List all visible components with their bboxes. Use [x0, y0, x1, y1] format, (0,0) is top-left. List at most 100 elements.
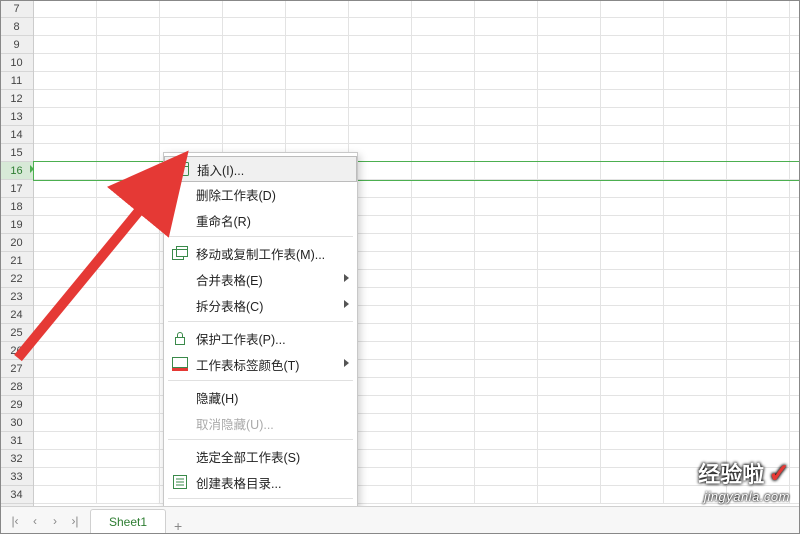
cell[interactable] [538, 144, 601, 162]
sheet-tab-1[interactable]: Sheet1 [90, 509, 166, 534]
cell[interactable] [727, 162, 790, 180]
cell[interactable] [664, 234, 727, 252]
cell[interactable] [538, 324, 601, 342]
cell-grid[interactable] [34, 0, 800, 506]
cell[interactable] [664, 180, 727, 198]
cell[interactable] [349, 432, 412, 450]
row-header[interactable]: 12 [0, 90, 33, 108]
cell[interactable] [412, 162, 475, 180]
cell[interactable] [223, 0, 286, 18]
cell[interactable] [349, 216, 412, 234]
cell[interactable] [160, 108, 223, 126]
cell[interactable] [97, 198, 160, 216]
cell[interactable] [727, 54, 790, 72]
row-header[interactable]: 13 [0, 108, 33, 126]
cell[interactable] [34, 450, 97, 468]
tab-next-button[interactable]: › [46, 512, 64, 530]
cell[interactable] [349, 198, 412, 216]
cell[interactable] [97, 360, 160, 378]
cell[interactable] [223, 90, 286, 108]
cell[interactable] [97, 234, 160, 252]
cell[interactable] [97, 378, 160, 396]
cell[interactable] [727, 144, 790, 162]
row-header[interactable]: 33 [0, 468, 33, 486]
cell[interactable] [475, 378, 538, 396]
cell[interactable] [97, 252, 160, 270]
cell[interactable] [223, 126, 286, 144]
cell[interactable] [475, 18, 538, 36]
cell[interactable] [34, 0, 97, 18]
cell[interactable] [664, 36, 727, 54]
menu-move-copy[interactable]: 移动或复制工作表(M)... [164, 240, 357, 266]
cell[interactable] [349, 324, 412, 342]
cell[interactable] [727, 342, 790, 360]
cell[interactable] [412, 18, 475, 36]
cell[interactable] [664, 198, 727, 216]
cell[interactable] [475, 486, 538, 504]
row-header[interactable]: 32 [0, 450, 33, 468]
row-header[interactable]: 9 [0, 36, 33, 54]
cell[interactable] [97, 306, 160, 324]
row-header[interactable]: 25 [0, 324, 33, 342]
row-header[interactable]: 24 [0, 306, 33, 324]
row-header[interactable]: 10 [0, 54, 33, 72]
cell[interactable] [475, 432, 538, 450]
cell[interactable] [601, 306, 664, 324]
menu-select-all[interactable]: 选定全部工作表(S) [164, 443, 357, 469]
cell[interactable] [412, 270, 475, 288]
cell[interactable] [727, 216, 790, 234]
cell[interactable] [349, 486, 412, 504]
cell[interactable] [34, 324, 97, 342]
cell[interactable] [601, 486, 664, 504]
cell[interactable] [412, 324, 475, 342]
cell[interactable] [412, 360, 475, 378]
cell[interactable] [97, 126, 160, 144]
cell[interactable] [412, 0, 475, 18]
cell[interactable] [475, 342, 538, 360]
row-header[interactable]: 8 [0, 18, 33, 36]
cell[interactable] [538, 306, 601, 324]
cell[interactable] [664, 144, 727, 162]
cell[interactable] [727, 414, 790, 432]
cell[interactable] [34, 180, 97, 198]
cell[interactable] [664, 342, 727, 360]
cell[interactable] [475, 360, 538, 378]
cell[interactable] [34, 270, 97, 288]
row-header[interactable]: 18 [0, 198, 33, 216]
cell[interactable] [538, 342, 601, 360]
cell[interactable] [97, 108, 160, 126]
row-header[interactable]: 31 [0, 432, 33, 450]
cell[interactable] [286, 108, 349, 126]
cell[interactable] [34, 486, 97, 504]
cell[interactable] [475, 162, 538, 180]
cell[interactable] [475, 252, 538, 270]
cell[interactable] [34, 108, 97, 126]
cell[interactable] [349, 450, 412, 468]
cell[interactable] [727, 234, 790, 252]
cell[interactable] [34, 378, 97, 396]
cell[interactable] [475, 270, 538, 288]
row-header[interactable]: 14 [0, 126, 33, 144]
cell[interactable] [664, 162, 727, 180]
cell[interactable] [97, 18, 160, 36]
row-header[interactable]: 11 [0, 72, 33, 90]
cell[interactable] [601, 450, 664, 468]
cell[interactable] [97, 414, 160, 432]
cell[interactable] [664, 414, 727, 432]
row-header[interactable]: 15 [0, 144, 33, 162]
cell[interactable] [664, 270, 727, 288]
cell[interactable] [349, 270, 412, 288]
cell[interactable] [286, 0, 349, 18]
cell[interactable] [223, 36, 286, 54]
cell[interactable] [601, 324, 664, 342]
cell[interactable] [97, 36, 160, 54]
cell[interactable] [601, 180, 664, 198]
cell[interactable] [286, 18, 349, 36]
cell[interactable] [475, 396, 538, 414]
cell[interactable] [34, 234, 97, 252]
cell[interactable] [223, 54, 286, 72]
row-header[interactable]: 7 [0, 0, 33, 18]
cell[interactable] [601, 126, 664, 144]
cell[interactable] [34, 216, 97, 234]
row-header[interactable]: 23 [0, 288, 33, 306]
